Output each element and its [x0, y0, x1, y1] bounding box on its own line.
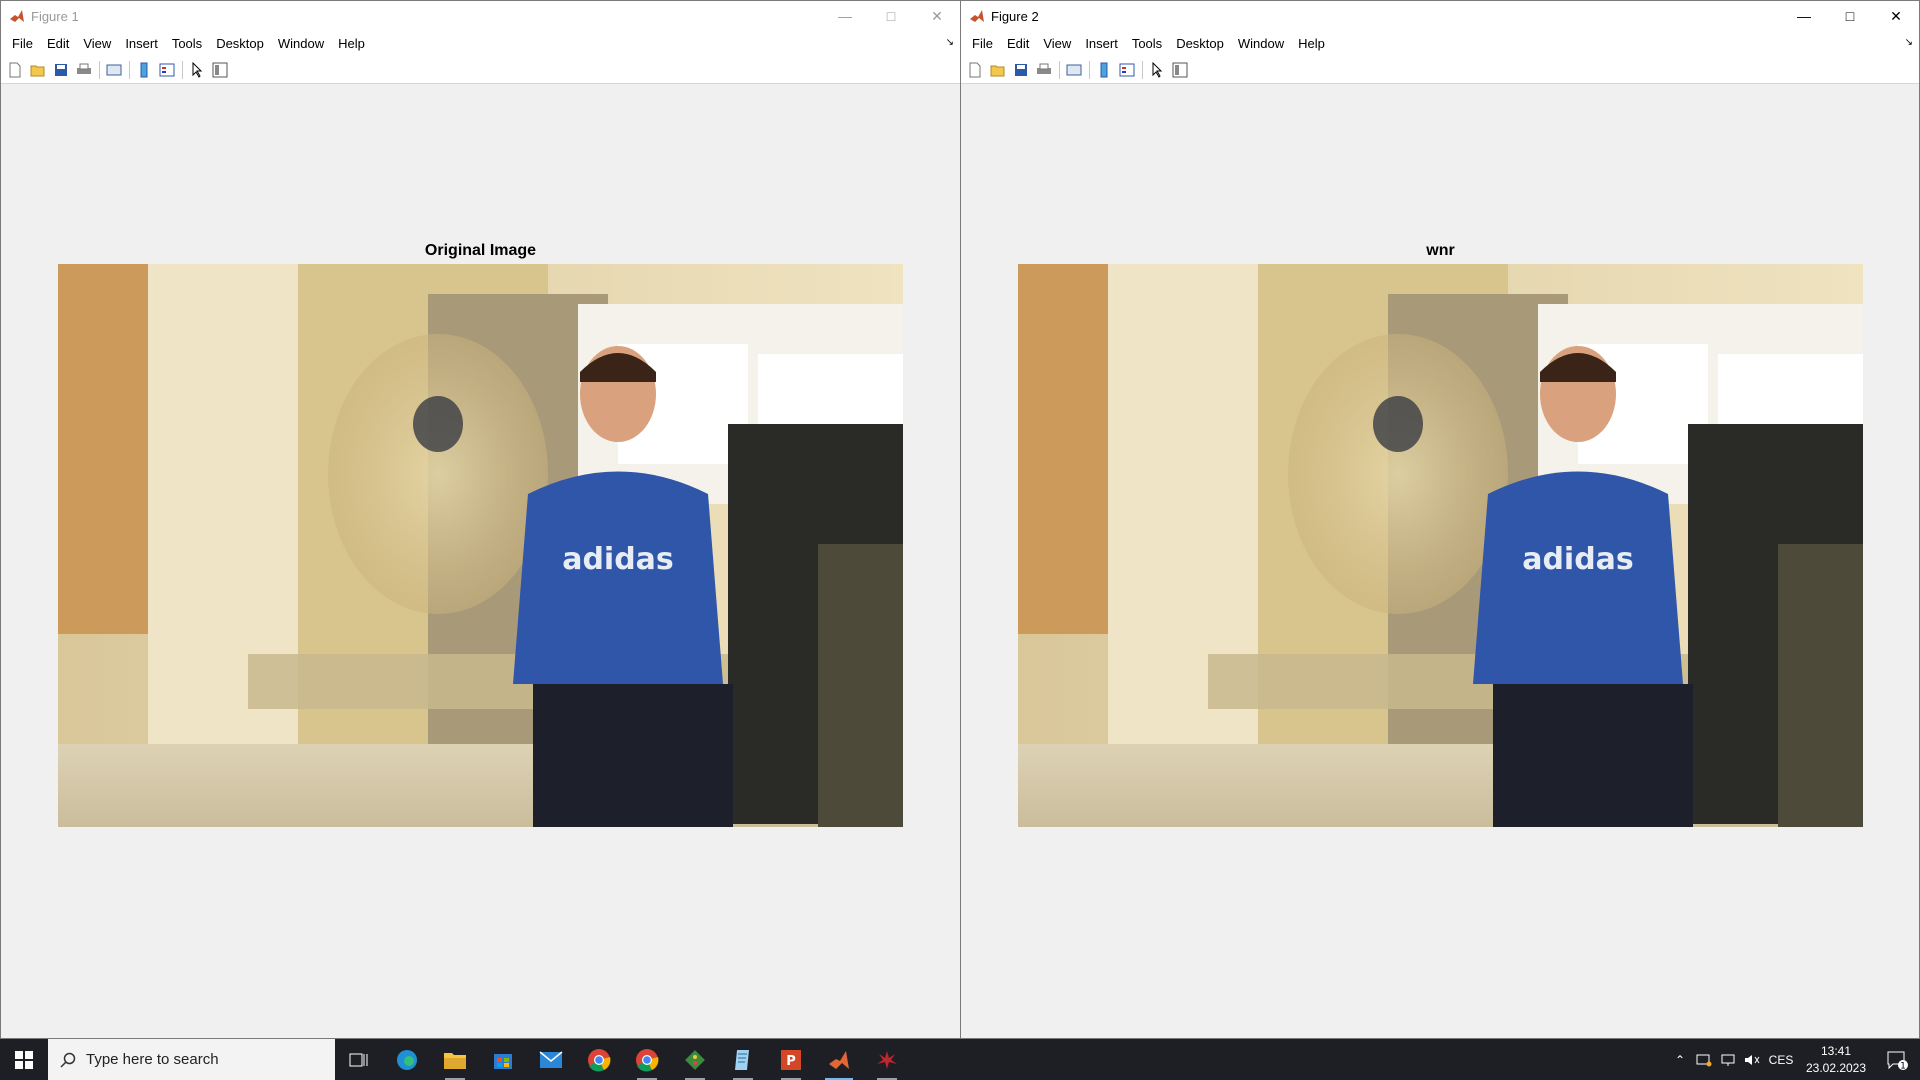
network-icon[interactable] [1716, 1039, 1740, 1080]
menu-file[interactable]: File [965, 36, 1000, 51]
new-figure-icon[interactable] [5, 60, 25, 80]
axes-title: wnr [1426, 242, 1455, 259]
chrome-icon[interactable] [575, 1039, 623, 1080]
svg-text:P: P [786, 1054, 796, 1069]
close-icon[interactable]: ✕ [1873, 1, 1919, 31]
notepad-icon[interactable] [719, 1039, 767, 1080]
colorbar-icon[interactable] [134, 60, 154, 80]
menu-bar: File Edit View Insert Tools Desktop Wind… [961, 31, 1919, 56]
legend-icon[interactable] [1117, 60, 1137, 80]
matlab-icon [970, 10, 984, 22]
search-icon [60, 1052, 76, 1068]
figure-toolbar [1, 56, 960, 84]
notification-center-icon[interactable]: 1 [1874, 1039, 1920, 1080]
link-plot-icon[interactable] [1064, 60, 1084, 80]
taskbar-search[interactable]: Type here to search [48, 1039, 335, 1080]
legend-icon[interactable] [157, 60, 177, 80]
task-view-icon[interactable] [335, 1039, 383, 1080]
menu-tools[interactable]: Tools [165, 36, 209, 51]
menu-desktop[interactable]: Desktop [209, 36, 271, 51]
security-icon[interactable] [1692, 1039, 1716, 1080]
window-title: Figure 1 [31, 8, 79, 24]
menu-help[interactable]: Help [331, 36, 372, 51]
menu-bar: File Edit View Insert Tools Desktop Wind… [1, 31, 960, 56]
colorbar-icon[interactable] [1094, 60, 1114, 80]
windows-logo-icon [15, 1050, 33, 1069]
menu-help[interactable]: Help [1291, 36, 1332, 51]
link-plot-icon[interactable] [104, 60, 124, 80]
office-photo: adidas [58, 264, 903, 827]
menu-edit[interactable]: Edit [40, 36, 76, 51]
file-explorer-icon[interactable] [431, 1039, 479, 1080]
maximize-icon[interactable]: □ [868, 1, 914, 31]
notification-count: 1 [1900, 1061, 1906, 1070]
clock-time: 13:41 [1820, 1043, 1852, 1058]
window-title: Figure 2 [991, 8, 1039, 24]
print-icon[interactable] [74, 60, 94, 80]
dock-arrow-icon[interactable]: ↘ [946, 37, 954, 48]
input-language[interactable]: CES [1764, 1053, 1798, 1067]
image-display: adidas [58, 264, 903, 827]
figure-2-window: Figure 2 — □ ✕ File Edit View Insert Too… [960, 0, 1920, 1039]
taskbar: Type here to search P ⌃ CES 13:41 23.02.… [0, 1039, 1920, 1080]
clock-date: 23.02.2023 [1805, 1060, 1867, 1075]
start-button[interactable] [0, 1039, 48, 1080]
volume-muted-icon[interactable] [1740, 1039, 1764, 1080]
chrome-icon[interactable] [623, 1039, 671, 1080]
dock-arrow-icon[interactable]: ↘ [1905, 37, 1913, 48]
shirt-logo-text: adidas [1522, 542, 1634, 577]
powerpoint-icon[interactable]: P [767, 1039, 815, 1080]
menu-window[interactable]: Window [271, 36, 331, 51]
print-icon[interactable] [1034, 60, 1054, 80]
matlab-icon[interactable] [815, 1039, 863, 1080]
save-icon[interactable] [1011, 60, 1031, 80]
edit-plot-icon[interactable] [1147, 60, 1167, 80]
matlab-figure-icon[interactable] [863, 1039, 911, 1080]
shirt-logo-text: adidas [562, 542, 674, 577]
menu-edit[interactable]: Edit [1000, 36, 1036, 51]
minimize-icon[interactable]: — [822, 1, 868, 31]
property-inspector-icon[interactable] [1170, 60, 1190, 80]
microsoft-store-icon[interactable] [479, 1039, 527, 1080]
menu-tools[interactable]: Tools [1125, 36, 1169, 51]
title-bar[interactable]: Figure 1 — □ ✕ [1, 1, 960, 31]
menu-insert[interactable]: Insert [118, 36, 165, 51]
open-file-icon[interactable] [28, 60, 48, 80]
save-icon[interactable] [51, 60, 71, 80]
title-bar[interactable]: Figure 2 — □ ✕ [961, 1, 1919, 31]
system-tray: ⌃ CES 13:41 23.02.2023 1 [1668, 1039, 1920, 1080]
menu-view[interactable]: View [76, 36, 118, 51]
menu-view[interactable]: View [1036, 36, 1078, 51]
menu-desktop[interactable]: Desktop [1169, 36, 1231, 51]
git-icon[interactable] [671, 1039, 719, 1080]
figure-1-window: Figure 1 — □ ✕ File Edit View Insert Too… [0, 0, 961, 1039]
menu-window[interactable]: Window [1231, 36, 1291, 51]
minimize-icon[interactable]: — [1781, 1, 1827, 31]
chevron-up-icon[interactable]: ⌃ [1668, 1039, 1692, 1080]
open-file-icon[interactable] [988, 60, 1008, 80]
figure-toolbar [961, 56, 1919, 84]
menu-insert[interactable]: Insert [1078, 36, 1125, 51]
mail-icon[interactable] [527, 1039, 575, 1080]
close-icon[interactable]: ✕ [914, 1, 960, 31]
matlab-icon [10, 10, 24, 22]
edit-plot-icon[interactable] [187, 60, 207, 80]
clock[interactable]: 13:41 23.02.2023 [1798, 1043, 1874, 1077]
office-photo: adidas [1018, 264, 1863, 827]
maximize-icon[interactable]: □ [1827, 1, 1873, 31]
new-figure-icon[interactable] [965, 60, 985, 80]
image-display: adidas [1018, 264, 1863, 827]
search-placeholder: Type here to search [86, 1051, 219, 1068]
axes-title: Original Image [424, 242, 537, 259]
property-inspector-icon[interactable] [210, 60, 230, 80]
menu-file[interactable]: File [5, 36, 40, 51]
edge-icon[interactable] [383, 1039, 431, 1080]
